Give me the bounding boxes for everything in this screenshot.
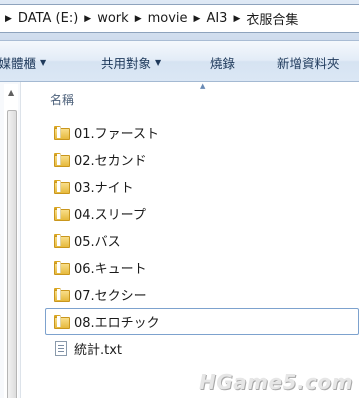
new-folder-label: 新增資料夾 [277, 56, 340, 71]
name-column-header[interactable]: 名稱 [50, 91, 74, 108]
item-name: 08.エロチック [74, 316, 160, 331]
breadcrumb-separator-icon[interactable]: ▶ [135, 14, 142, 24]
breadcrumb-separator-icon[interactable]: ▶ [84, 14, 91, 24]
file-list: 01.ファースト 02.セカンド 03.ナイト 04.スリープ 05.バス 06… [45, 119, 359, 362]
scroll-up-arrow-icon[interactable]: ▲ [8, 88, 14, 97]
breadcrumb-item-work[interactable]: work [97, 11, 128, 26]
file-list-pane: ▲ 名稱 01.ファースト 02.セカンド 03.ナイト 04.スリープ 05.… [23, 82, 359, 398]
folder-icon [54, 233, 70, 248]
item-name: 04.スリープ [74, 208, 146, 223]
list-item-focused[interactable]: 08.エロチック [45, 308, 359, 335]
folder-icon [54, 314, 70, 329]
burn-label: 燒錄 [210, 56, 236, 71]
add-to-library-label: 至媒體櫃 [0, 56, 37, 71]
item-name: 05.バス [74, 235, 121, 250]
navigation-scrollbar[interactable]: ▲ [4, 84, 18, 398]
item-name: 07.セクシー [74, 289, 147, 304]
folder-icon [54, 260, 70, 275]
breadcrumb-separator-icon[interactable]: ▶ [233, 14, 240, 24]
breadcrumb[interactable]: ▶ DATA (E:) ▶ work ▶ movie ▶ AI3 ▶ 衣服合集 [0, 4, 359, 33]
scrollbar-thumb[interactable] [7, 110, 17, 398]
list-item[interactable]: 04.スリープ [45, 200, 359, 227]
breadcrumb-item-ai3[interactable]: AI3 [206, 11, 227, 26]
add-to-library-button[interactable]: 至媒體櫃 ▼ [0, 53, 46, 72]
address-bar: ▶ DATA (E:) ▶ work ▶ movie ▶ AI3 ▶ 衣服合集 [0, 0, 359, 41]
list-item[interactable]: 07.セクシー [45, 281, 359, 308]
explorer-window: ▶ DATA (E:) ▶ work ▶ movie ▶ AI3 ▶ 衣服合集 … [0, 0, 359, 398]
dropdown-arrow-icon: ▼ [40, 58, 47, 67]
item-name: 統計.txt [74, 343, 123, 358]
new-folder-button[interactable]: 新增資料夾 [277, 53, 340, 72]
dropdown-arrow-icon: ▼ [155, 58, 162, 67]
sort-caret-icon: ▲ [200, 82, 206, 90]
folder-icon [54, 179, 70, 194]
folder-icon [54, 125, 70, 140]
breadcrumb-item-current[interactable]: 衣服合集 [246, 9, 298, 28]
list-item[interactable]: 06.キュート [45, 254, 359, 281]
breadcrumb-separator-icon[interactable]: ▶ [194, 14, 201, 24]
list-item[interactable]: 01.ファースト [45, 119, 359, 146]
command-toolbar: 至媒體櫃 ▼ 共用對象 ▼ 燒錄 新增資料夾 [0, 41, 359, 82]
breadcrumb-item-movie[interactable]: movie [148, 11, 188, 26]
list-item[interactable]: 統計.txt [45, 335, 359, 362]
folder-icon [54, 287, 70, 302]
list-item[interactable]: 03.ナイト [45, 173, 359, 200]
watermark-logo: HGame5.com [198, 370, 353, 394]
breadcrumb-separator-icon[interactable]: ▶ [5, 14, 12, 24]
item-name: 01.ファースト [74, 127, 160, 142]
text-file-icon [55, 341, 67, 356]
share-with-button[interactable]: 共用對象 ▼ [101, 53, 161, 72]
burn-button[interactable]: 燒錄 [210, 53, 235, 72]
list-item[interactable]: 05.バス [45, 227, 359, 254]
folder-icon [54, 206, 70, 221]
list-item[interactable]: 02.セカンド [45, 146, 359, 173]
item-name: 02.セカンド [74, 154, 147, 169]
folder-icon [54, 152, 70, 167]
item-name: 06.キュート [74, 262, 147, 277]
share-with-label: 共用對象 [101, 56, 152, 71]
item-name: 03.ナイト [74, 181, 134, 196]
breadcrumb-item-drive[interactable]: DATA (E:) [18, 11, 78, 26]
